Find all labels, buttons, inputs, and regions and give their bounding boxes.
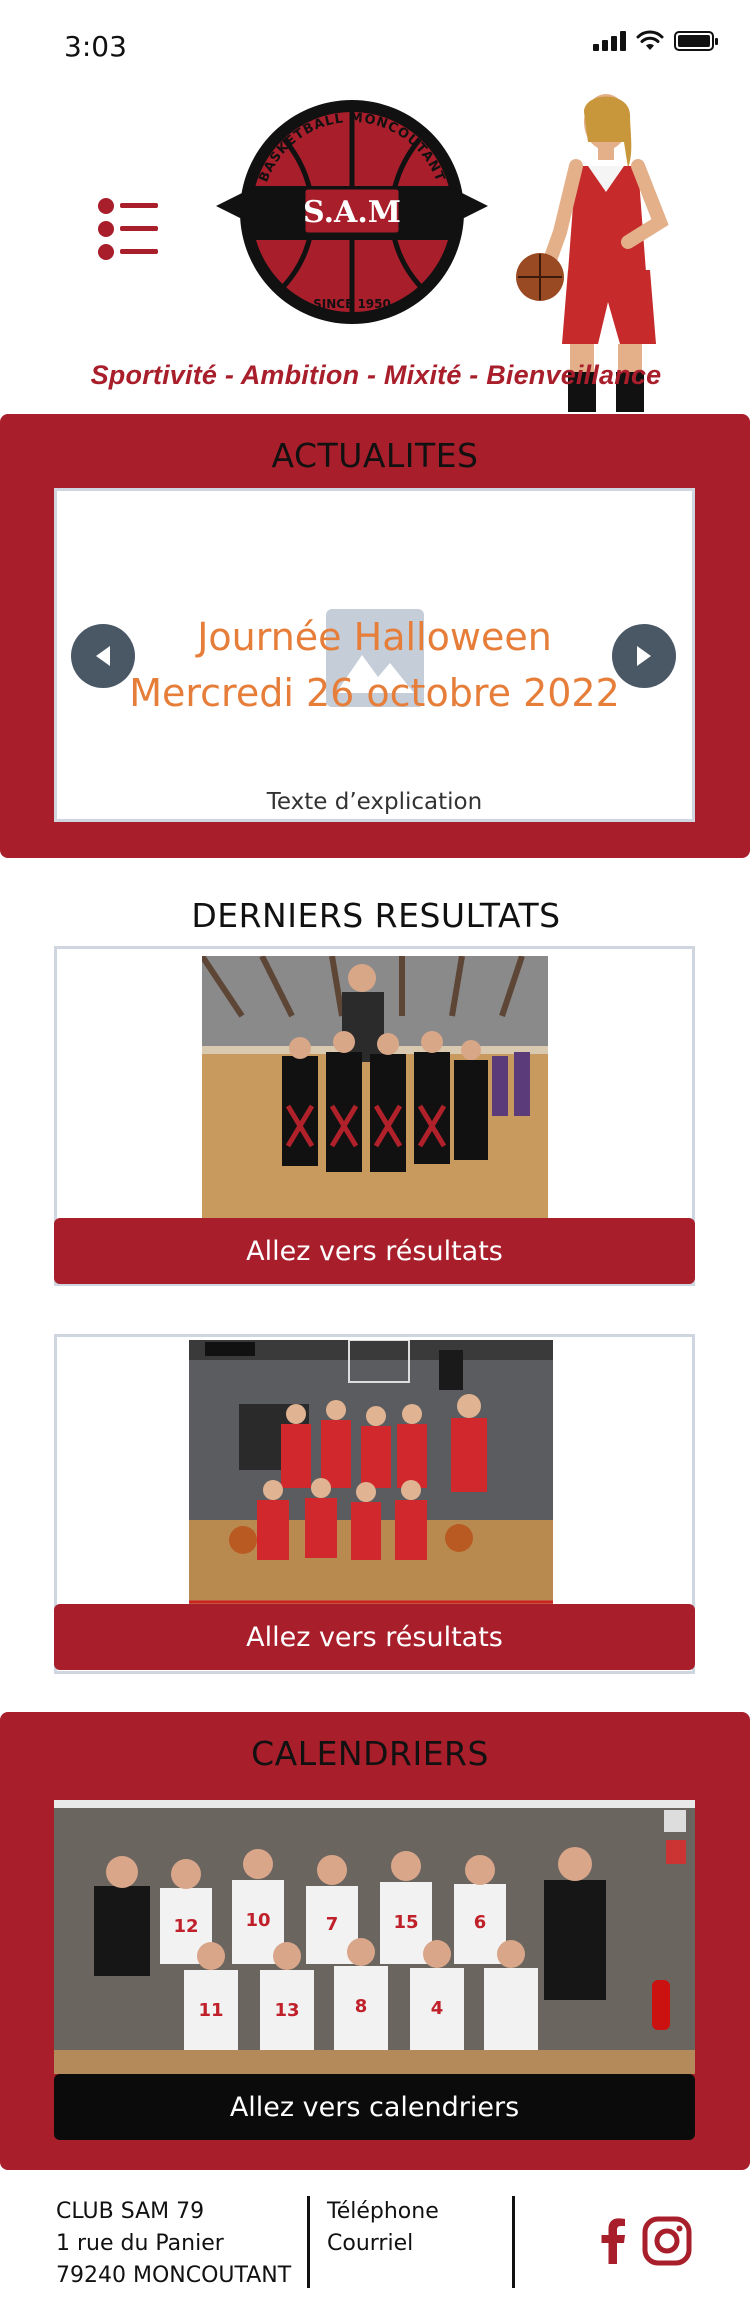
calendars-title: CALENDRIERS <box>251 1734 489 1773</box>
svg-text:4: 4 <box>431 1998 444 2019</box>
calendars-button[interactable]: Allez vers calendriers <box>54 2074 695 2140</box>
news-title: ACTUALITES <box>271 436 479 475</box>
result-photo-1[interactable] <box>202 956 548 1218</box>
footer-divider-2 <box>512 2196 515 2288</box>
svg-text:6: 6 <box>474 1912 487 1933</box>
facebook-icon[interactable] <box>600 2218 626 2264</box>
news-card-title-line1: Journée Halloween <box>197 615 552 659</box>
instagram-icon[interactable] <box>642 2216 692 2266</box>
svg-text:15: 15 <box>393 1912 418 1933</box>
svg-text:7: 7 <box>326 1914 339 1935</box>
logo-initials: S.A.M <box>303 195 401 230</box>
footer-club-name: CLUB SAM 79 <box>56 2199 205 2224</box>
svg-text:11: 11 <box>198 2000 223 2021</box>
menu-icon[interactable] <box>96 195 160 263</box>
news-card-title-line2: Mercredi 26 octobre 2022 <box>129 671 620 715</box>
chevron-left-icon <box>96 646 110 666</box>
footer-divider-1 <box>307 2196 310 2288</box>
status-icons <box>593 30 718 52</box>
chevron-right-icon <box>637 646 651 666</box>
footer-contact: Téléphone Courriel <box>327 2196 439 2260</box>
calendar-photo[interactable]: 12 10 7 15 6 11 13 8 4 <box>54 1800 695 2074</box>
status-time: 3:03 <box>64 30 127 63</box>
results-button-2[interactable]: Allez vers résultats <box>54 1604 695 1670</box>
svg-text:13: 13 <box>274 2000 299 2021</box>
result-photo-2[interactable] <box>189 1340 553 1606</box>
svg-text:10: 10 <box>245 1910 270 1931</box>
signal-icon <box>593 31 626 51</box>
svg-text:8: 8 <box>355 1996 368 2017</box>
footer-phone-link[interactable]: Téléphone <box>327 2196 439 2228</box>
footer-address: CLUB SAM 79 1 rue du Panier 79240 MONCOU… <box>56 2196 291 2292</box>
results-title: DERNIERS RESULTATS <box>191 896 561 935</box>
news-card-description: Texte d’explication <box>266 789 483 815</box>
club-logo[interactable]: BASKETBALL MONCOUTANT S.A.M SINCE 1950 <box>212 94 492 334</box>
svg-text:12: 12 <box>173 1916 198 1937</box>
footer-email-link[interactable]: Courriel <box>327 2228 439 2260</box>
battery-icon <box>674 31 718 51</box>
carousel-prev-button[interactable] <box>71 624 135 688</box>
footer-city-line: 79240 MONCOUTANT <box>56 2263 292 2288</box>
footer-address-line: 1 rue du Panier <box>56 2231 224 2256</box>
news-carousel-card[interactable]: Journée Halloween Mercredi 26 octobre 20… <box>54 488 695 822</box>
carousel-next-button[interactable] <box>612 624 676 688</box>
logo-bottom-text: SINCE 1950 <box>313 297 391 311</box>
results-button-1[interactable]: Allez vers résultats <box>54 1218 695 1284</box>
tagline: Sportivité - Ambition - Mixité - Bienvei… <box>90 360 662 390</box>
wifi-icon <box>636 30 664 50</box>
